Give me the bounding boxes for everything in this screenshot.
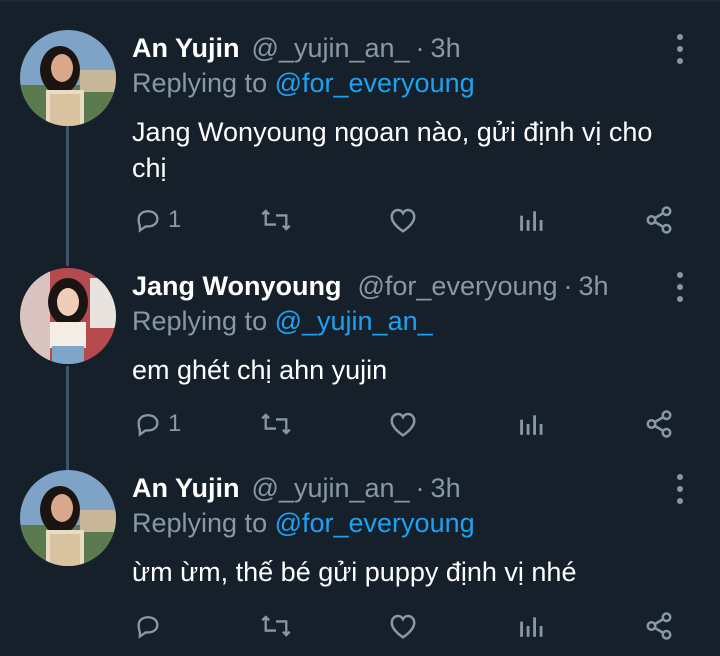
retweet-icon [261,413,291,435]
like-button[interactable] [388,404,418,444]
tweet[interactable]: An Yujin @_yujin_an_ · 3h Replying to @f… [0,30,720,250]
tweet-header: Jang Wonyoung @for_everyoung · 3h [132,268,609,304]
share-button[interactable] [644,200,674,240]
replying-prefix: Replying to [132,68,275,98]
like-icon [390,412,416,437]
analytics-icon [520,415,543,435]
user-handle[interactable]: @for_everyoung [358,271,558,302]
more-icon[interactable] [670,272,690,302]
reply-count: 1 [168,410,182,437]
retweet-icon [261,209,291,231]
mention-link[interactable]: @for_everyoung [275,68,475,98]
timestamp[interactable]: 3h [431,473,461,504]
reply-button[interactable] [134,606,162,646]
tweet-header: An Yujin @_yujin_an_ · 3h [132,30,461,66]
replying-prefix: Replying to [132,306,275,336]
reply-count: 1 [168,206,182,233]
display-name[interactable]: An Yujin [132,33,240,64]
separator: · [563,270,573,301]
replying-to: Replying to @for_everyoung [132,68,475,99]
like-button[interactable] [388,606,418,646]
action-bar: 1 [0,200,720,240]
like-icon [390,208,416,233]
share-button[interactable] [644,606,674,646]
share-icon [646,612,672,640]
reply-icon [137,616,159,639]
retweet-button[interactable] [260,606,292,646]
like-icon [390,614,416,639]
avatar[interactable] [20,470,116,566]
timestamp[interactable]: 3h [431,33,461,64]
analytics-button[interactable] [518,404,544,444]
tweet[interactable]: An Yujin @_yujin_an_ · 3h Replying to @f… [0,470,720,656]
mention-link[interactable]: @_yujin_an_ [275,306,433,336]
mention-link[interactable]: @for_everyoung [275,508,475,538]
separator: · [415,32,425,63]
separator: · [415,472,425,503]
analytics-button[interactable] [518,606,544,646]
analytics-icon [520,617,543,637]
reply-icon [137,414,159,437]
avatar[interactable] [20,268,116,364]
reply-button[interactable]: 1 [134,404,181,444]
top-divider [0,0,720,2]
action-bar: 1 [0,404,720,444]
display-name[interactable]: Jang Wonyoung [132,271,342,302]
reply-icon [137,210,159,233]
action-bar [0,606,720,646]
replying-prefix: Replying to [132,508,275,538]
more-icon[interactable] [670,474,690,504]
like-button[interactable] [388,200,418,240]
display-name[interactable]: An Yujin [132,473,240,504]
retweet-icon [261,615,291,637]
user-handle[interactable]: @_yujin_an_ [252,33,410,64]
tweet-text: Jang Wonyoung ngoan nào, gửi định vị cho… [132,117,653,183]
analytics-icon [520,211,543,231]
tweet[interactable]: Jang Wonyoung @for_everyoung · 3h Replyi… [0,268,720,448]
reply-button[interactable]: 1 [134,200,181,240]
replying-to: Replying to @_yujin_an_ [132,306,433,337]
timestamp[interactable]: 3h [579,271,609,302]
tweet-text: em ghét chị ahn yujin [132,355,388,385]
more-icon[interactable] [670,34,690,64]
replying-to: Replying to @for_everyoung [132,508,475,539]
retweet-button[interactable] [260,404,292,444]
retweet-button[interactable] [260,200,292,240]
analytics-button[interactable] [518,200,544,240]
tweet-header: An Yujin @_yujin_an_ · 3h [132,470,461,506]
share-button[interactable] [644,404,674,444]
avatar[interactable] [20,30,116,126]
share-icon [646,410,672,438]
tweet-text: ừm ừm, thế bé gửi puppy định vị nhé [132,557,577,587]
user-handle[interactable]: @_yujin_an_ [252,473,410,504]
share-icon [646,206,672,234]
